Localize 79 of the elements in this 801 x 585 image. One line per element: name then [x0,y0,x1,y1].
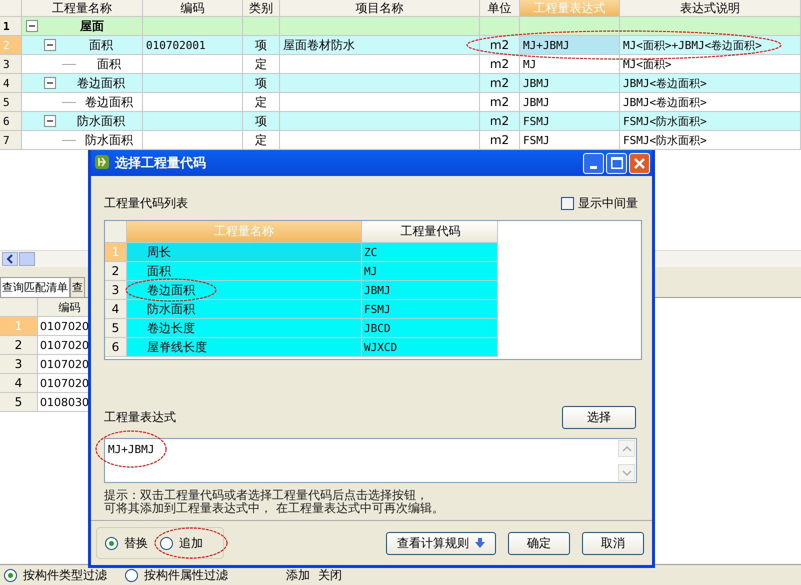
table-cell-text: 卷边面积 [84,94,134,110]
row-number[interactable]: 6 [0,112,22,131]
column-header[interactable]: 工程量代码 [362,221,498,243]
row-number[interactable]: 4 [0,374,38,393]
table-cell: MJ+JBMJ [520,36,620,55]
row-number[interactable]: 5 [0,93,22,112]
row-number[interactable]: 6 [105,338,127,357]
arrow-down-icon [475,538,485,548]
tab[interactable]: 查 [70,277,85,297]
mode-radio[interactable]: 替换 [105,534,148,552]
column-header[interactable]: 类别 [243,0,280,17]
row-number[interactable]: 4 [105,300,127,319]
table-cell: 卷边长度 [127,319,362,338]
chevron-up-icon [622,446,632,452]
row-number[interactable]: 3 [105,281,127,300]
maximize-icon [610,157,622,169]
hint-text: 可将其添加到工程量表达式中， 在工程量表达式中可再次编辑。 [104,502,445,515]
table-cell: FSMJ [362,300,498,319]
collapse-toggle-icon[interactable] [44,39,56,51]
table-cell-text: 屋面 [78,18,105,34]
tab[interactable]: 查询匹配清单 [0,277,70,297]
column-header[interactable]: 单位 [480,0,520,17]
close-button[interactable] [629,152,650,174]
table-cell-text: 防水面积 [76,112,126,130]
close-icon [634,158,645,168]
mode-radio[interactable]: 追加 [160,534,203,552]
table-cell: ZC [362,243,498,262]
section-label: 工程量表达式 [104,408,176,426]
table-cell: 周长 [127,243,362,262]
dialog-button[interactable]: 确定 [508,532,570,554]
row-number[interactable]: 3 [0,355,38,374]
chevron-down-icon [622,470,632,476]
table-cell: WJXCD [362,338,498,357]
table-cell-text: 卷边面积 [76,74,126,92]
dialog-button[interactable]: 查看计算规则 [386,532,496,554]
table-cell: 防水面积 [127,300,362,319]
table-cell: 面积 [127,262,362,281]
table-cell: JBMJ [362,281,498,300]
window-title: 选择工程量代码 [115,155,206,172]
table-cell-text: 面积 [88,36,114,54]
minimize-button[interactable] [583,152,604,174]
row-number[interactable]: 7 [0,131,22,150]
filter-radio[interactable]: 按构件类型过滤 [4,566,107,584]
table-cell: MJ [362,262,498,281]
column-header[interactable]: 表达式说明 [620,0,801,17]
row-number[interactable]: 2 [105,262,127,281]
select-button[interactable]: 选择 [562,406,636,428]
dialog-button[interactable]: 取消 [582,532,644,554]
row-number[interactable]: 5 [105,319,127,338]
hint-text: 提示：双击工程量代码或者选择工程量代码后点击选择按钮， [104,489,429,502]
row-number[interactable]: 1 [0,17,22,36]
corner-cell [0,0,22,17]
column-header[interactable]: 项目名称 [280,0,480,17]
scroll-left-button[interactable] [2,252,18,266]
table-cell-text: 面积 [96,56,122,72]
section-label: 工程量代码列表 [104,194,188,212]
filter-radio[interactable]: 按构件属性过滤 [125,566,228,584]
column-header[interactable]: 工程量名称 [22,0,143,17]
scrollbar-thumb[interactable] [19,252,35,266]
column-header[interactable]: 编码 [143,0,243,17]
row-number[interactable]: 3 [0,55,22,74]
show-intermediate-checkbox[interactable]: 显示中间量 [561,194,638,212]
table-cell-text: 防水面积 [84,132,134,148]
table-cell: 屋脊线长度 [127,338,362,357]
action-link[interactable]: 关闭 [318,566,342,584]
collapse-toggle-icon[interactable] [44,115,56,127]
action-link[interactable]: 添加 [286,566,310,584]
table-cell: 卷边面积 [127,281,362,300]
row-number[interactable]: 4 [0,74,22,93]
annotation-ellipse [96,430,166,468]
row-number[interactable]: 5 [0,393,38,412]
collapse-toggle-icon[interactable] [44,77,56,89]
minimize-icon [590,166,597,168]
table-cell: JBCD [362,319,498,338]
collapse-toggle-icon[interactable] [26,20,38,32]
corner-cell [105,221,127,243]
row-number[interactable]: 2 [0,336,38,355]
chevron-left-icon [6,254,14,264]
maximize-button[interactable] [606,152,627,174]
